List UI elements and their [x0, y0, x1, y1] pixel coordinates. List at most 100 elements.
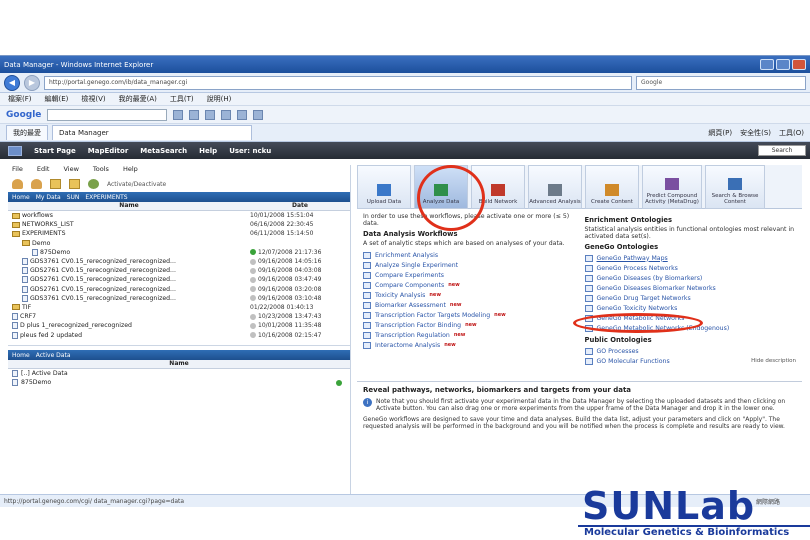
workflow-link[interactable]: Transcription Factor Targets Modeling new — [363, 310, 575, 320]
tool-analyze-button[interactable]: Analyze Data — [414, 165, 468, 209]
file-row[interactable]: Demo — [8, 239, 350, 248]
genego-ontology-link[interactable]: GeneGo Pathway Maps — [584, 253, 797, 263]
user-icon[interactable] — [12, 179, 23, 189]
file-row[interactable]: pleus fed 2 updated 10/16/2008 02:15:47 — [8, 330, 350, 339]
open-folder-icon[interactable] — [69, 179, 80, 189]
tool-advanced-button[interactable]: Advanced Analysis — [528, 165, 582, 209]
activate-icon[interactable] — [88, 179, 99, 189]
dm-menu-tools[interactable]: Tools — [93, 165, 109, 176]
file-row[interactable]: GDS2761 CV0.15_rerecognized_rerecognized… — [8, 266, 350, 275]
tool-network-button[interactable]: Build Network — [471, 165, 525, 209]
col-name-header[interactable]: Name — [8, 202, 250, 210]
file-row[interactable]: EXPERIMENTS 06/11/2008 15:14:50 — [8, 229, 350, 238]
hide-description-link[interactable]: Hide description — [751, 358, 796, 364]
google-search-input[interactable] — [47, 108, 168, 121]
tools-menu[interactable]: 工具(O) — [779, 128, 804, 138]
active-data-row[interactable]: 875Demo — [8, 378, 350, 387]
dm-menu-file[interactable]: File — [12, 165, 23, 176]
menu-help[interactable]: 說明(H) — [207, 94, 232, 104]
search-button[interactable]: Search — [758, 145, 806, 156]
genego-ontology-link[interactable]: GeneGo Metabolic Networks — [584, 313, 797, 323]
toolbar-icon[interactable] — [189, 109, 200, 120]
file-row[interactable]: CRF7 10/23/2008 13:47:43 — [8, 312, 350, 321]
menu-edit[interactable]: 編輯(E) — [45, 94, 69, 104]
url-input[interactable]: http://portal.genego.com/ib/data_manager… — [44, 75, 632, 90]
file-row[interactable]: GDS3761 CV0.15_rerecognized_rerecognized… — [8, 257, 350, 266]
file-row[interactable]: D plus 1_rerecognized_rerecognized 10/01/… — [8, 321, 350, 330]
browser-search-input[interactable]: Google — [636, 75, 806, 90]
breadcrumb-experiments[interactable]: EXPERIMENTS — [85, 194, 127, 201]
back-button[interactable]: ◀ — [4, 74, 20, 91]
workflow-link[interactable]: Interactome Analysis new — [363, 340, 575, 350]
file-row[interactable]: GDS3761 CV0.15_rerecognized_rerecognized… — [8, 294, 350, 303]
breadcrumb-my-data[interactable]: My Data — [36, 194, 61, 201]
workflow-label: Toxicity Analysis — [375, 291, 426, 299]
menu-favorites[interactable]: 我的最愛(A) — [119, 94, 157, 104]
toolbar-icon[interactable] — [173, 109, 184, 120]
file-icon — [12, 379, 18, 386]
genego-ontology-link[interactable]: GeneGo Metabolic Networks (Endogenous) — [584, 323, 797, 333]
favorites-button[interactable]: 我的最愛 — [6, 125, 48, 140]
dm-menu-view[interactable]: View — [63, 165, 78, 176]
maximize-button[interactable] — [776, 59, 790, 70]
activate-deactivate-button[interactable]: Activate/Deactivate — [107, 181, 166, 188]
dm-menu-edit[interactable]: Edit — [37, 165, 50, 176]
tool-upload-button[interactable]: Upload Data — [357, 165, 411, 209]
dm-menu-help[interactable]: Help — [123, 165, 138, 176]
breadcrumb-sun[interactable]: SUN — [67, 194, 80, 201]
file-row[interactable]: TIF 01/22/2008 01:40:13 — [8, 303, 350, 312]
genego-ontology-link[interactable]: GeneGo Diseases (by Biomarkers) — [584, 273, 797, 283]
file-icon — [22, 267, 28, 275]
toolbar-icon[interactable] — [253, 109, 264, 120]
file-row[interactable]: GDS2761 CV0.15_rerecognized_rerecognized… — [8, 275, 350, 284]
toolbar-icon[interactable] — [237, 109, 248, 120]
workflow-link[interactable]: Analyze Single Experiment — [363, 260, 575, 270]
tab-data-manager[interactable]: Data Manager — [52, 125, 252, 140]
page-menu[interactable]: 網頁(P) — [708, 128, 732, 138]
new-folder-icon[interactable] — [50, 179, 61, 189]
active-data-row[interactable]: [..] Active Data — [8, 369, 350, 378]
col-date-header[interactable]: Date — [250, 202, 350, 210]
toolbar-icon[interactable] — [205, 109, 216, 120]
public-ontology-link[interactable]: GO Processes — [584, 346, 797, 356]
nav-user[interactable]: User: ncku — [229, 147, 271, 155]
genego-ontology-link[interactable]: GeneGo Diseases Biomarker Networks — [584, 283, 797, 293]
info-icon: i — [363, 398, 372, 407]
genego-ontology-link[interactable]: GeneGo Drug Target Networks — [584, 293, 797, 303]
workflow-link[interactable]: Biomarker Assessment new — [363, 300, 575, 310]
file-row[interactable]: GDS2761 CV0.15_rerecognized_rerecognized… — [8, 285, 350, 294]
file-row[interactable]: workflows 10/01/2008 15:51:04 — [8, 211, 350, 220]
tool-predict-button[interactable]: Predict Compound Activity (MetaDrug) — [642, 165, 702, 209]
toolbar-icon[interactable] — [221, 109, 232, 120]
tool-search-browse-button[interactable]: Search & Browse Content — [705, 165, 765, 209]
workflow-link[interactable]: Enrichment Analysis — [363, 250, 575, 260]
genego-ontology-link[interactable]: GeneGo Toxicity Networks — [584, 303, 797, 313]
workflow-link[interactable]: Toxicity Analysis new — [363, 290, 575, 300]
public-ontology-link[interactable]: GO Molecular Functions Hide description — [584, 356, 796, 366]
group-icon[interactable] — [31, 179, 42, 189]
workflow-link[interactable]: Transcription Regulation new — [363, 330, 575, 340]
menu-tools[interactable]: 工具(T) — [170, 94, 194, 104]
close-button[interactable] — [792, 59, 806, 70]
nav-help[interactable]: Help — [199, 147, 217, 155]
workflow-link[interactable]: Compare Components new — [363, 280, 575, 290]
active-breadcrumb-home[interactable]: Home — [12, 352, 30, 359]
workflow-link[interactable]: Transcription Factor Binding new — [363, 320, 575, 330]
active-data-list: [..] Active Data 875Demo — [8, 369, 350, 387]
breadcrumb-home[interactable]: Home — [12, 194, 30, 201]
nav-metasearch[interactable]: MetaSearch — [140, 147, 187, 155]
menu-view[interactable]: 檢視(V) — [81, 94, 105, 104]
tool-create-button[interactable]: Create Content — [585, 165, 639, 209]
file-name-cell: NETWORKS_LIST — [8, 221, 250, 228]
workflow-link[interactable]: Compare Experiments — [363, 270, 575, 280]
nav-start-page[interactable]: Start Page — [34, 147, 76, 155]
file-row[interactable]: NETWORKS_LIST 06/16/2008 22:30:45 — [8, 220, 350, 229]
forward-button[interactable]: ▶ — [24, 74, 40, 91]
safety-menu[interactable]: 安全性(S) — [740, 128, 771, 138]
nav-mapeditor[interactable]: MapEditor — [88, 147, 129, 155]
file-row[interactable]: 875Demo 12/07/2008 21:17:36 — [8, 248, 350, 257]
genego-ontology-link[interactable]: GeneGo Process Networks — [584, 263, 797, 273]
active-breadcrumb-active[interactable]: Active Data — [36, 352, 71, 359]
menu-file[interactable]: 檔案(F) — [8, 94, 32, 104]
minimize-button[interactable] — [760, 59, 774, 70]
